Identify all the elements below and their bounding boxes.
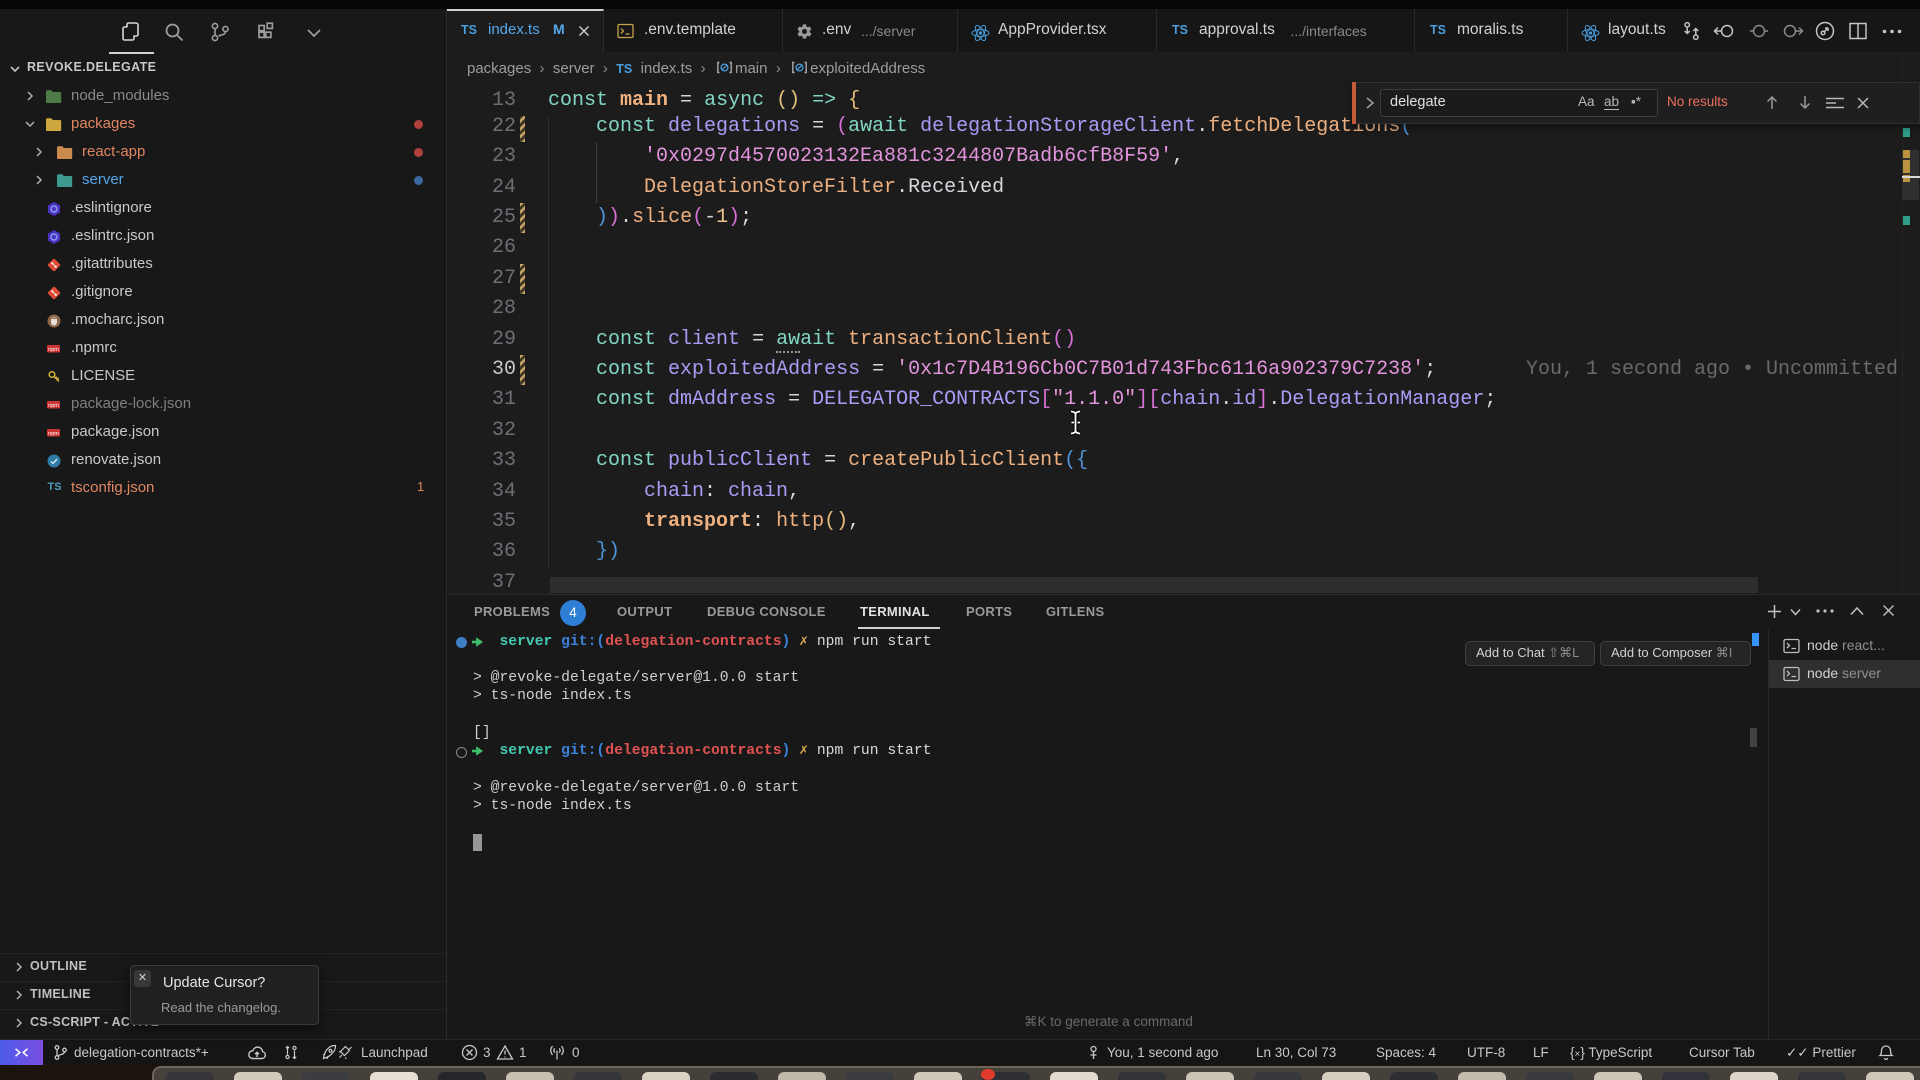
svg-text:npm: npm bbox=[48, 347, 59, 353]
svg-text:npm: npm bbox=[48, 431, 59, 437]
svg-text:npm: npm bbox=[48, 403, 59, 409]
